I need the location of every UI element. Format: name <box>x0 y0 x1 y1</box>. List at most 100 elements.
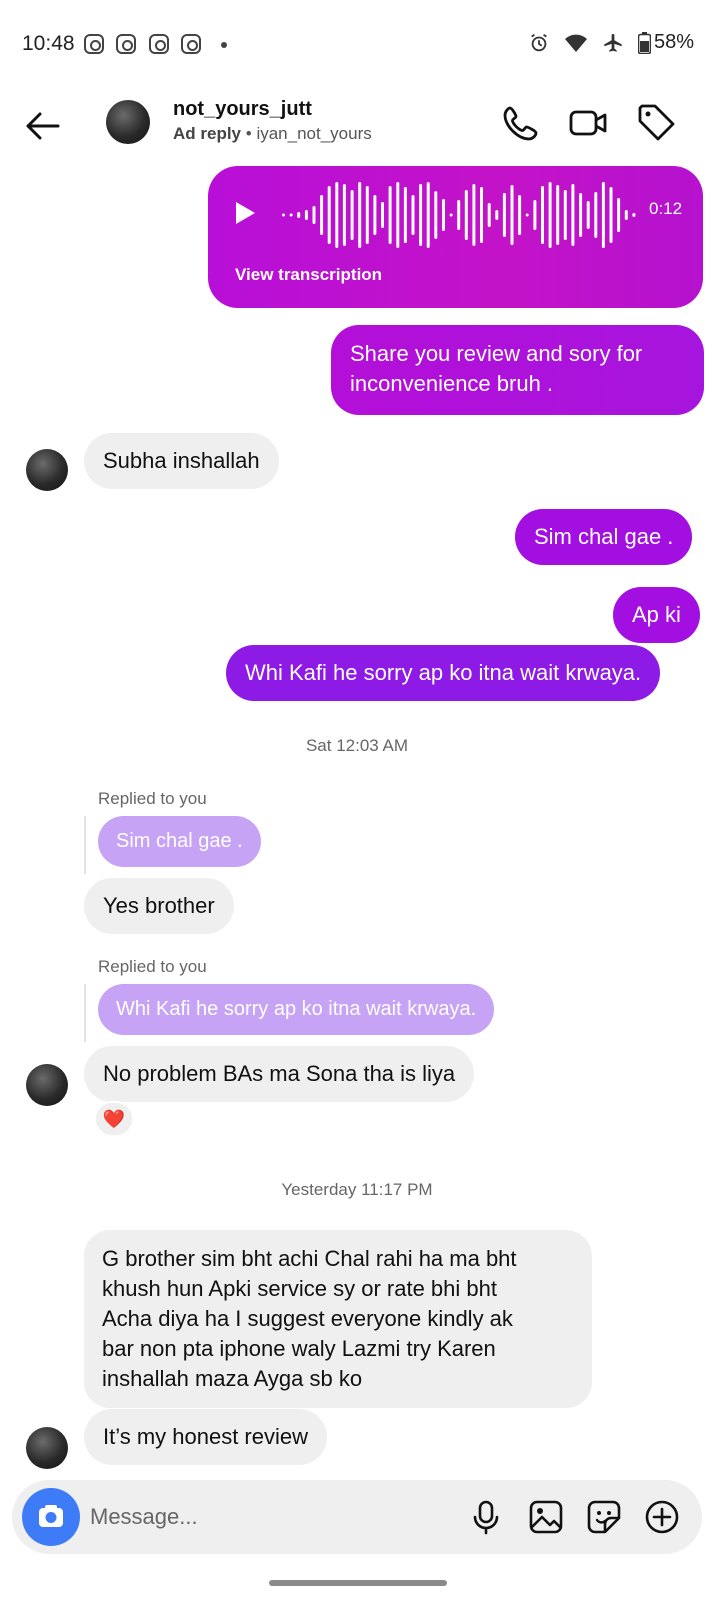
camera-icon <box>39 1505 63 1527</box>
back-arrow-icon[interactable] <box>22 106 62 146</box>
timestamp: Sat 12:03 AM <box>305 736 409 755</box>
waveform-bar <box>442 199 445 231</box>
waveform-bar <box>381 202 384 228</box>
voice-message-bubble[interactable]: 0:12 View transcription <box>208 166 703 308</box>
waveform-bar <box>350 190 354 240</box>
waveform-bar <box>495 210 499 220</box>
quoted-message[interactable]: Whi Kafi he sorry ap ko itna wait krwaya… <box>98 984 495 1035</box>
waveform-bar <box>510 185 514 245</box>
more-notifications-dot <box>221 42 227 48</box>
incoming-message[interactable]: No problem BAs ma Sona tha is liya <box>84 1046 475 1102</box>
chat-header: not_yours_jutt Ad reply • iyan_not_yours <box>0 90 714 165</box>
replied-to-you-label: Replied to you <box>98 957 207 976</box>
incoming-message[interactable]: G brother sim bht achi Chal rahi ha ma b… <box>84 1230 592 1408</box>
waveform-bar <box>548 182 552 248</box>
status-right: 58% <box>528 31 694 54</box>
waveform-bar <box>563 190 567 240</box>
waveform-bar <box>541 186 544 244</box>
reply-indicator <box>84 816 86 874</box>
video-call-icon[interactable] <box>568 102 610 144</box>
message-composer <box>12 1480 702 1554</box>
waveform-bar <box>434 191 438 239</box>
outgoing-message[interactable]: Share you review and sory for inconvenie… <box>331 325 704 415</box>
incoming-message[interactable]: Yes brother <box>84 878 234 934</box>
waveform-bar <box>388 186 392 244</box>
incoming-message[interactable]: Subha inshallah <box>84 433 279 489</box>
waveform-bar <box>419 184 423 246</box>
waveform-bar <box>518 195 522 235</box>
waveform-bar <box>464 190 468 240</box>
waveform-bar <box>373 195 377 235</box>
subtitle-username: iyan_not_yours <box>256 124 372 143</box>
waveform-bar <box>403 187 407 243</box>
outgoing-message[interactable]: Sim chal gae . <box>515 509 693 565</box>
waveform-bar <box>312 206 316 224</box>
message-line: G brother sim bht achi Chal rahi ha ma b… <box>102 1246 517 1271</box>
add-icon[interactable] <box>642 1497 682 1537</box>
battery-icon <box>637 31 651 54</box>
voice-waveform[interactable] <box>282 180 640 250</box>
message-text: inconvenience bruh . <box>350 371 554 396</box>
sender-avatar[interactable] <box>26 449 68 491</box>
waveform-bar <box>449 213 453 217</box>
waveform-bar <box>502 193 506 237</box>
contact-subtitle: Ad reply • iyan_not_yours <box>173 124 372 144</box>
battery-percent: 58% <box>653 31 694 53</box>
waveform-bar <box>411 195 415 235</box>
instagram-notification-icon <box>149 34 169 54</box>
waveform-bar <box>480 187 483 243</box>
message-input[interactable] <box>90 1496 390 1538</box>
microphone-icon[interactable] <box>466 1497 506 1537</box>
waveform-bar <box>365 186 369 244</box>
heart-reaction[interactable]: ❤️ <box>94 1101 134 1137</box>
camera-button[interactable] <box>22 1488 80 1546</box>
waveform-bar <box>289 213 293 217</box>
instagram-notification-icon <box>84 34 104 54</box>
quoted-message[interactable]: Sim chal gae . <box>98 816 261 867</box>
waveform-bar <box>358 182 362 248</box>
gallery-icon[interactable] <box>526 1497 566 1537</box>
waveform-bar <box>571 184 575 246</box>
status-time: 10:48 <box>22 32 75 55</box>
voice-call-icon[interactable] <box>500 102 542 144</box>
outgoing-message[interactable]: Ap ki <box>613 587 700 643</box>
play-icon[interactable] <box>233 200 257 226</box>
waveform-bar <box>327 186 331 244</box>
sender-avatar[interactable] <box>26 1427 68 1469</box>
waveform-bar <box>586 201 590 229</box>
replied-to-you-label: Replied to you <box>98 789 207 808</box>
sticker-icon[interactable] <box>584 1497 624 1537</box>
reply-indicator <box>84 984 86 1042</box>
wifi-icon <box>564 34 587 52</box>
tag-icon[interactable] <box>636 102 678 144</box>
waveform-bar <box>624 210 628 220</box>
waveform-bar <box>525 213 529 217</box>
waveform-bar <box>304 210 308 220</box>
waveform-bar <box>579 193 583 237</box>
waveform-bar <box>426 182 430 248</box>
waveform-bar <box>601 182 605 248</box>
sender-avatar[interactable] <box>26 1064 68 1106</box>
waveform-bar <box>533 200 537 230</box>
home-indicator[interactable] <box>269 1580 447 1586</box>
airplane-mode-icon <box>604 33 622 52</box>
contact-name[interactable]: not_yours_jutt <box>173 98 312 121</box>
waveform-bar <box>617 198 621 232</box>
waveform-bar <box>297 212 301 218</box>
waveform-bar <box>396 182 400 248</box>
incoming-message[interactable]: It’s my honest review <box>84 1409 328 1465</box>
contact-avatar[interactable] <box>106 100 150 144</box>
waveform-bar <box>457 200 461 230</box>
waveform-bar <box>342 184 346 246</box>
view-transcription-link[interactable]: View transcription <box>235 265 382 285</box>
voice-duration: 0:12 <box>649 199 683 218</box>
waveform-bar <box>472 184 476 246</box>
outgoing-message[interactable]: Whi Kafi he sorry ap ko itna wait krwaya… <box>226 645 661 701</box>
waveform-bar <box>282 213 285 217</box>
ad-reply-label: Ad reply <box>173 124 242 143</box>
status-bar: 10:48 58% <box>0 0 714 90</box>
waveform-bar <box>556 185 560 245</box>
subtitle-separator: • <box>241 124 257 143</box>
message-line: khush hun Apki service sy or rate bhi bh… <box>102 1276 497 1301</box>
waveform-bar <box>632 213 636 217</box>
